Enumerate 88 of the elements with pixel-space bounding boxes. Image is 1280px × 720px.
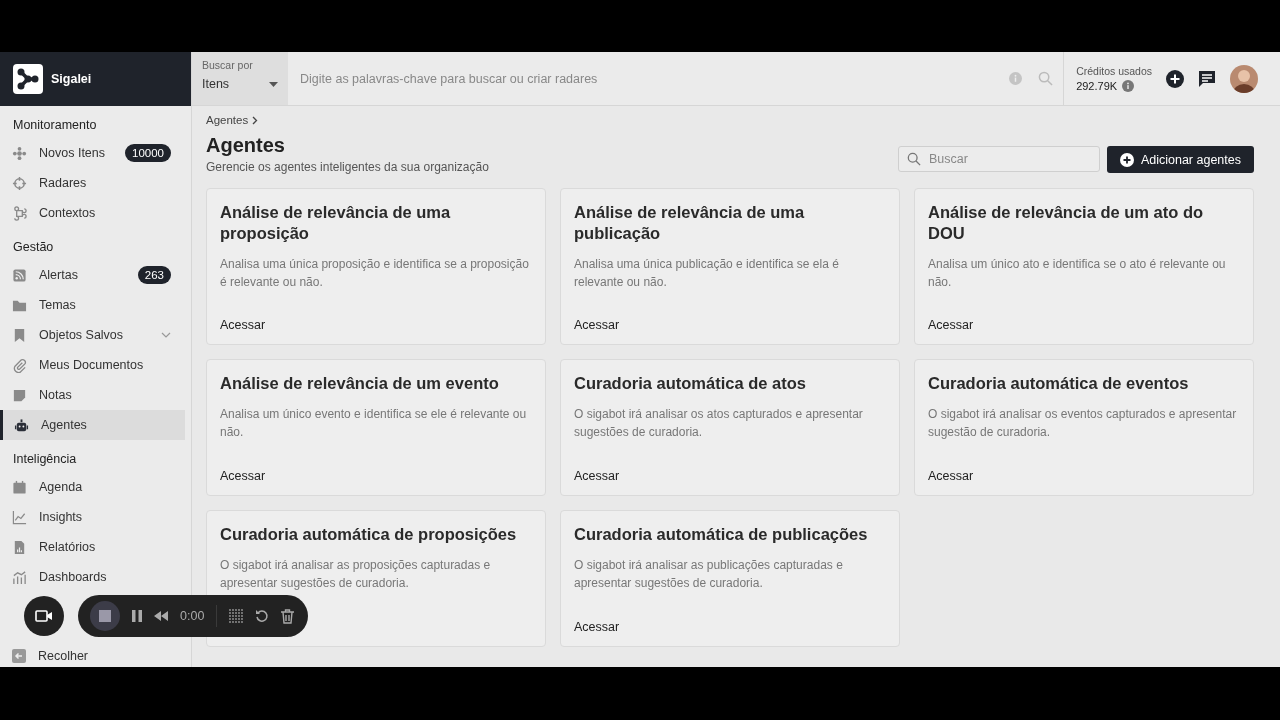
avatar[interactable] (1230, 64, 1258, 93)
robot-icon (14, 417, 29, 433)
restart-icon (255, 609, 270, 623)
rss-icon (12, 267, 27, 283)
search-icon (906, 152, 921, 166)
dropdown-icon (269, 81, 278, 87)
chevron-right-icon (252, 115, 259, 125)
card-title: Curadoria automática de atos (574, 373, 807, 394)
sidebar-item[interactable]: Alertas 263 (0, 260, 185, 290)
logo-icon (13, 64, 43, 94)
line-chart-icon (12, 509, 27, 525)
collapse-button[interactable]: Recolher (12, 649, 89, 663)
card-title: Análise de relevância de uma proposição (220, 202, 452, 244)
dot-grid-icon (229, 609, 244, 623)
card-title: Curadoria automática de proposições (220, 524, 518, 545)
card-description: Analisa um único evento e identifica se ele é relevante ou não. (220, 406, 528, 441)
access-link[interactable]: Acessar (928, 469, 974, 483)
card-description: O sigabot irá analisar os eventos capturados e apresentar sugestão de curadoria. (928, 406, 1238, 441)
stop-button[interactable] (90, 601, 120, 631)
recording-time: 0:00 (180, 609, 205, 623)
section-heading: Gestão (12, 239, 55, 256)
sidebar-item[interactable]: Temas (0, 290, 185, 320)
card-title: Curadoria automática de eventos (928, 373, 1190, 394)
card-title: Análise de relevância de um ato do DOU (928, 202, 1205, 244)
card-description: O sigabot irá analisar os atos capturados e apresentar sugestões de curadoria. (574, 406, 864, 441)
card-description: O sigabot irá analisar as publicações capturadas e apresentar sugestões de curadoria. (574, 557, 844, 592)
access-link[interactable]: Acessar (574, 620, 620, 634)
command-icon (12, 205, 27, 221)
credits-value: 292.79K (1076, 80, 1118, 92)
page-title: Agentes (206, 134, 286, 157)
brand-name: Sigalei (51, 72, 92, 86)
sidebar-item[interactable]: Novos Itens 10000 (0, 138, 185, 168)
crosshair-icon (12, 175, 27, 191)
search-scope-select[interactable]: Buscar por Itens (192, 52, 288, 105)
count-badge: 263 (137, 266, 171, 284)
chat-icon[interactable] (1198, 69, 1216, 88)
card-description: Analisa uma única proposição e identifica se a proposição é relevante ou não. (220, 256, 530, 291)
nodes-icon (12, 145, 27, 161)
card-description: Analisa uma única publicação e identifica se ela é relevante ou não. (574, 256, 840, 291)
card-description: O sigabot irá analisar as proposições capturadas e apresentar sugestões de curadoria. (220, 557, 492, 592)
card-title: Análise de relevância de uma publicação (574, 202, 806, 244)
access-link[interactable]: Acessar (574, 469, 620, 483)
pause-icon (132, 610, 142, 622)
search-field[interactable]: Digite as palavras-chave para buscar ou criar radares (298, 70, 994, 87)
sidebar-item[interactable]: Relatórios (0, 532, 185, 562)
delete-button[interactable] (281, 608, 295, 624)
info-icon[interactable] (1122, 80, 1135, 92)
sidebar-item[interactable]: Dashboards (0, 562, 185, 592)
sidebar-item[interactable]: Objetos Salvos (0, 320, 185, 350)
grid-button[interactable] (229, 609, 244, 623)
bar-chart-icon (12, 569, 27, 585)
arrow-left-icon (12, 649, 26, 663)
section-heading: Inteligência (12, 451, 78, 468)
page-subtitle: Gerencie os agentes inteligentes da sua organização (206, 160, 490, 174)
count-badge: 10000 (125, 144, 171, 162)
sidebar-item[interactable]: Agenda (0, 472, 185, 502)
rewind-button[interactable] (154, 611, 168, 621)
rewind-icon (154, 611, 168, 621)
pause-button[interactable] (132, 610, 142, 622)
bookmark-icon (12, 327, 27, 343)
breadcrumb-link[interactable]: Agentes (206, 114, 249, 126)
add-icon[interactable] (1166, 69, 1184, 88)
access-link[interactable]: Acessar (220, 469, 266, 483)
access-link[interactable]: Acessar (574, 318, 620, 332)
video-camera-icon (35, 610, 53, 622)
sidebar-item[interactable]: Meus Documentos (0, 350, 185, 380)
card-description: Analisa um único ato e identifica se o ato é relevante ou não. (928, 256, 1227, 291)
calendar-icon (12, 479, 27, 495)
add-agents-button[interactable]: Adicionar agentes (1106, 146, 1254, 173)
sidebar-item[interactable]: Agentes (0, 410, 185, 440)
card-title: Análise de relevância de um evento (220, 373, 500, 394)
section-heading: Monitoramento (12, 117, 98, 134)
access-link[interactable]: Acessar (928, 318, 974, 332)
card-title: Curadoria automática de publicações (574, 524, 869, 545)
sidebar-item[interactable]: Notas (0, 380, 185, 410)
paperclip-icon (12, 357, 27, 373)
sidebar-item[interactable]: Insights (0, 502, 185, 532)
access-link[interactable]: Acessar (220, 318, 266, 332)
sidebar-item[interactable]: Radares (0, 168, 185, 198)
note-icon (12, 387, 27, 403)
plus-icon (1119, 152, 1134, 167)
restart-button[interactable] (255, 609, 270, 623)
credits-label: Créditos usados (1076, 65, 1152, 77)
trash-icon (281, 608, 295, 624)
sidebar-item[interactable]: Contextos (0, 198, 185, 228)
stop-icon (99, 610, 111, 622)
document-icon (12, 539, 27, 555)
filter-field[interactable]: Buscar (897, 146, 1100, 172)
